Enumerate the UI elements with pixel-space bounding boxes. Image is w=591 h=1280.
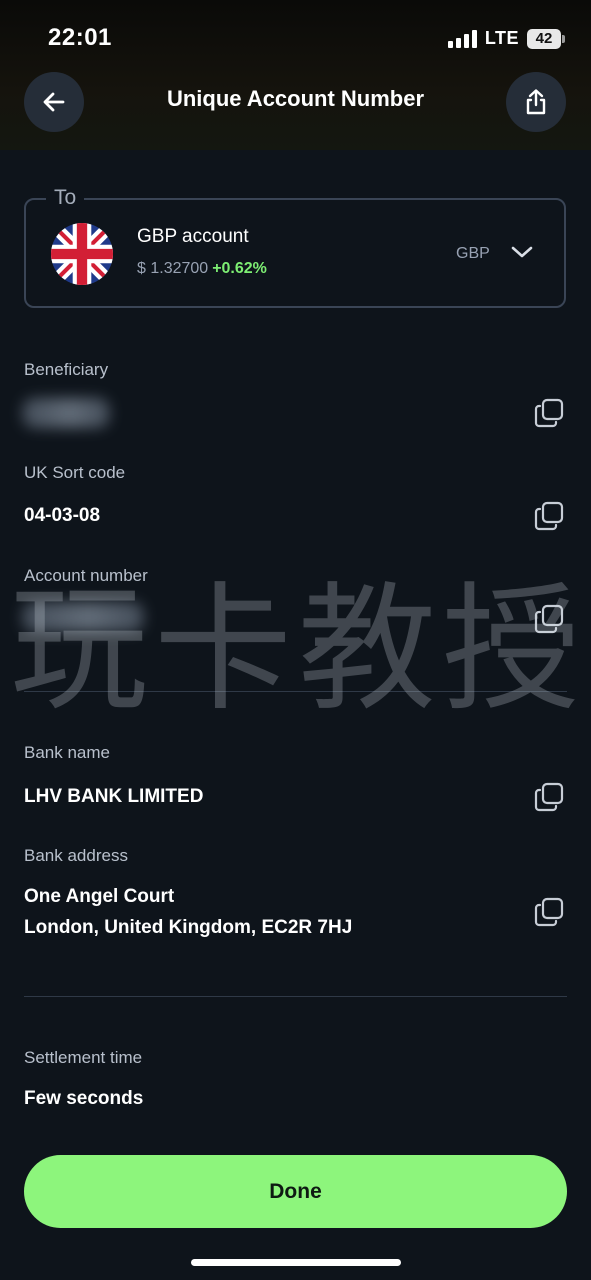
status-time: 22:01	[48, 24, 112, 51]
status-indicators: LTE 42	[447, 28, 565, 49]
account-number-value-redacted	[22, 602, 144, 632]
arrow-left-icon	[43, 92, 65, 112]
divider	[24, 996, 567, 997]
bank-address-line2: London, United Kingdom, EC2R 7HJ	[24, 917, 353, 938]
share-button[interactable]	[506, 72, 566, 132]
settlement-time-label: Settlement time	[24, 1048, 143, 1067]
done-label: Done	[269, 1179, 322, 1203]
battery-level: 42	[535, 30, 553, 47]
exchange-rate: $ 1.32700	[137, 260, 209, 277]
sort-code-label: UK Sort code	[24, 463, 126, 482]
account-number-label: Account number	[24, 566, 148, 585]
bank-name-value: LHV BANK LIMITED	[24, 786, 204, 807]
copy-sort-code-icon[interactable]	[534, 501, 564, 531]
account-rate: $ 1.32700 +0.62%	[137, 260, 267, 278]
home-indicator	[191, 1259, 401, 1266]
status-bar: 22:01 LTE 42	[0, 0, 591, 150]
bank-name-label: Bank name	[24, 743, 110, 762]
done-button[interactable]: Done	[24, 1155, 567, 1228]
back-button[interactable]	[24, 72, 84, 132]
watermark-text: 玩卡教授	[10, 569, 587, 730]
account-selector[interactable]: To GBP account $ 1.32700 +0.62% GBP	[24, 186, 566, 308]
sort-code-value: 04-03-08	[24, 505, 101, 526]
rate-change: +0.62%	[212, 260, 267, 277]
to-label: To	[46, 186, 85, 210]
divider	[24, 691, 567, 692]
account-name: GBP account	[137, 226, 249, 247]
copy-account-number-icon[interactable]	[534, 604, 564, 634]
battery-icon: 42	[527, 28, 565, 49]
copy-beneficiary-icon[interactable]	[534, 398, 564, 428]
share-icon	[526, 89, 546, 115]
beneficiary-label: Beneficiary	[24, 360, 109, 379]
bank-address-label: Bank address	[24, 846, 128, 865]
page-title: Unique Account Number	[166, 86, 425, 111]
screen: 22:01 LTE 42 Unique Account Number To GB…	[0, 0, 591, 1280]
uk-flag-icon	[51, 223, 113, 285]
copy-bank-name-icon[interactable]	[534, 782, 564, 812]
copy-bank-address-icon[interactable]	[534, 897, 564, 927]
cellular-signal-icon	[447, 29, 477, 48]
bank-address-line1: One Angel Court	[24, 886, 175, 907]
network-type: LTE	[484, 28, 519, 48]
settlement-time-value: Few seconds	[24, 1088, 144, 1109]
account-currency: GBP	[456, 245, 490, 262]
beneficiary-value-redacted	[22, 398, 110, 428]
chevron-down-icon	[511, 246, 533, 258]
